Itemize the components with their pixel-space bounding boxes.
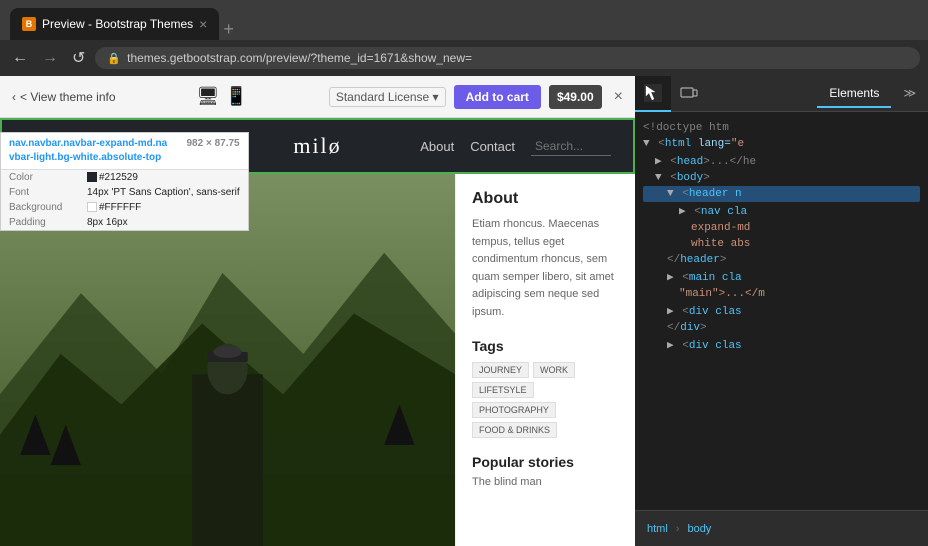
lock-icon: 🔒 — [107, 52, 121, 65]
element-picker-button[interactable] — [635, 76, 671, 112]
preview-pane: ‹ < View theme info 🖥 📱 Standard License… — [0, 76, 635, 546]
url-text: themes.getbootstrap.com/preview/?theme_i… — [127, 51, 472, 65]
color-swatch — [87, 172, 97, 182]
tag-work[interactable]: WORK — [533, 362, 575, 378]
tag-food[interactable]: FOOD & DRINKS — [472, 422, 557, 438]
nav-about-link[interactable]: About — [420, 139, 454, 154]
breadcrumb-html[interactable]: html — [647, 523, 668, 535]
address-bar[interactable]: 🔒 themes.getbootstrap.com/preview/?theme… — [95, 47, 920, 69]
dom-div2[interactable]: ▶ <div clas — [643, 336, 920, 354]
more-tabs-button[interactable]: ≫ — [891, 80, 928, 108]
forward-button[interactable]: → — [38, 47, 62, 69]
close-preview-button[interactable]: × — [614, 88, 623, 106]
tags-title: Tags — [472, 338, 619, 354]
inspector-color-row: Color #212529 — [1, 170, 248, 185]
dom-div1[interactable]: ▶ <div clas — [643, 302, 920, 320]
dom-body[interactable]: ▼ <body> — [643, 170, 920, 186]
inspector-background-row: Background #FFFFFF — [1, 200, 248, 215]
tab-favicon: B — [22, 17, 36, 31]
popular-story-item: The blind man — [472, 476, 619, 488]
dom-div1-close: </div> — [643, 320, 920, 336]
browser-toolbar: ← → ↺ 🔒 themes.getbootstrap.com/preview/… — [0, 40, 928, 76]
dom-nav[interactable]: ▶ <nav cla — [643, 202, 920, 220]
tab-title: Preview - Bootstrap Themes — [42, 17, 193, 31]
tag-journey[interactable]: JOURNEY — [472, 362, 529, 378]
nav-links-right: About Contact — [420, 137, 611, 156]
dom-doctype: <!doctype htm — [643, 120, 920, 136]
dom-header-close: </header> — [643, 252, 920, 268]
inspector-padding-row: Padding 8px 16px — [1, 215, 248, 230]
about-text: Etiam rhoncus. Maecenas tempus, tellus e… — [472, 216, 619, 322]
breadcrumb-body[interactable]: body — [687, 523, 711, 535]
dom-nav-class2: white abs — [643, 236, 920, 252]
back-button[interactable]: ← — [8, 47, 32, 69]
nav-search-input[interactable] — [531, 137, 611, 156]
device-toggle-button[interactable] — [671, 76, 707, 112]
tablet-icon[interactable]: 📱 — [225, 86, 247, 107]
view-theme-icon: ‹ — [12, 90, 16, 104]
element-picker-icon — [644, 84, 662, 102]
devtools-breadcrumb: html › body — [635, 510, 928, 546]
devtools-panel: Elements ≫ <!doctype htm ▼ <html lang="e… — [635, 76, 928, 546]
dom-nav-class1: expand-md — [643, 220, 920, 236]
inspector-dimensions: 982 × 87.75 — [187, 137, 240, 151]
about-title: About — [472, 190, 619, 208]
desktop-icon[interactable]: 🖥 — [197, 86, 220, 107]
device-icons: 🖥 📱 — [197, 86, 248, 107]
tab-close-button[interactable]: × — [199, 16, 207, 32]
devtools-dom-tree: <!doctype htm ▼ <html lang="e ▶ <head>..… — [635, 112, 928, 510]
inspector-font-row: Font 14px 'PT Sans Caption', sans-serif — [1, 185, 248, 200]
inspector-popup: 982 × 87.75 nav.navbar.navbar-expand-md.… — [0, 132, 249, 231]
main-area: ‹ < View theme info 🖥 📱 Standard License… — [0, 76, 928, 546]
view-theme-info-button[interactable]: ‹ < View theme info — [12, 90, 116, 104]
elements-tab[interactable]: Elements — [817, 80, 891, 108]
nav-contact-link[interactable]: Contact — [470, 139, 515, 154]
dom-main-content: "main">...</m — [643, 286, 920, 302]
site-right-col: About Etiam rhoncus. Maecenas tempus, te… — [455, 174, 635, 546]
dom-head[interactable]: ▶ <head>...</he — [643, 152, 920, 170]
refresh-button[interactable]: ↺ — [68, 46, 89, 70]
popular-stories-title: Popular stories — [472, 454, 619, 470]
tag-lifestyle[interactable]: LIFETSYLE — [472, 382, 534, 398]
browser-tabs: B Preview - Bootstrap Themes × + — [10, 0, 234, 40]
price-badge: $49.00 — [549, 85, 602, 109]
inspector-selector-text: nav.navbar.navbar-expand-md.navbar-light… — [9, 138, 167, 163]
themes-toolbar: ‹ < View theme info 🖥 📱 Standard License… — [0, 76, 635, 118]
dom-main[interactable]: ▶ <main cla — [643, 268, 920, 286]
browser-chrome: B Preview - Bootstrap Themes × + — [0, 0, 928, 40]
active-tab[interactable]: B Preview - Bootstrap Themes × — [10, 8, 219, 40]
inspector-selector: 982 × 87.75 nav.navbar.navbar-expand-md.… — [1, 133, 248, 170]
tag-photography[interactable]: PHOTOGRAPHY — [472, 402, 556, 418]
bg-swatch — [87, 202, 97, 212]
device-toggle-icon — [680, 85, 698, 103]
view-theme-label: < View theme info — [20, 90, 116, 104]
tags-list: JOURNEY WORK LIFETSYLE PHOTOGRAPHY FOOD … — [472, 362, 619, 438]
new-tab-button[interactable]: + — [223, 19, 234, 40]
dom-html[interactable]: ▼ <html lang="e — [643, 136, 920, 152]
devtools-toolbar: Elements ≫ — [635, 76, 928, 112]
site-brand: milø — [293, 133, 341, 159]
license-select[interactable]: Standard License ▾ — [329, 87, 446, 107]
dom-header[interactable]: ▼ <header n — [643, 186, 920, 202]
add-to-cart-button[interactable]: Add to cart — [454, 85, 541, 109]
dom-arrow[interactable]: ▼ — [643, 138, 650, 150]
